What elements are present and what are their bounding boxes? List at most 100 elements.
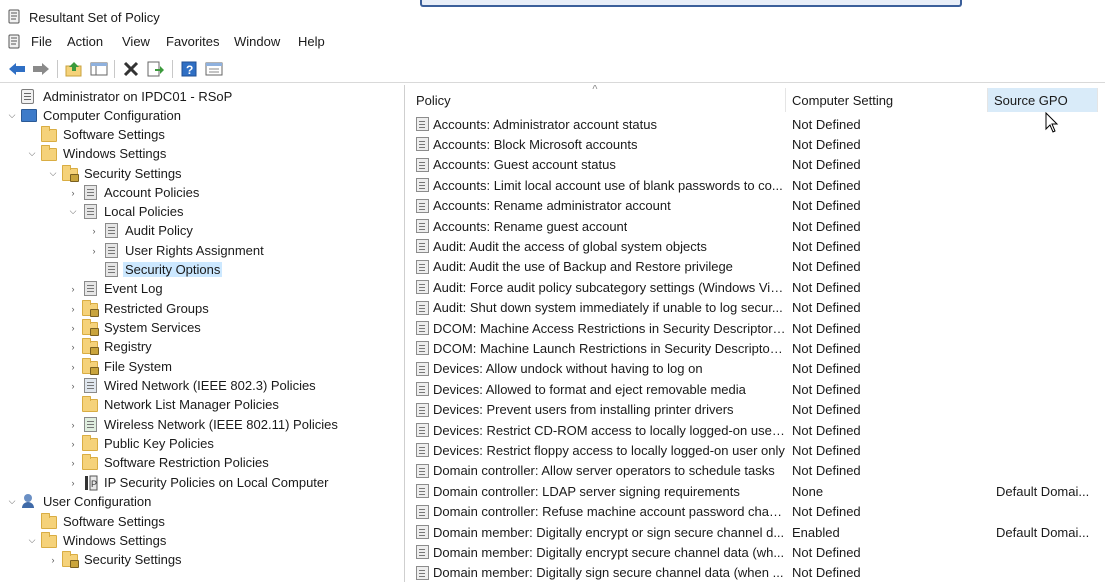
back-button[interactable]	[6, 58, 28, 80]
table-row[interactable]: Audit: Audit the use of Backup and Resto…	[410, 257, 1105, 277]
tree-item-user-windows-settings[interactable]: ⌵ Windows Settings	[26, 531, 168, 550]
tree-item-user-software-settings[interactable]: Software Settings	[26, 512, 167, 531]
up-one-level-button[interactable]	[63, 58, 85, 80]
table-row[interactable]: Accounts: Block Microsoft accounts Not De…	[410, 134, 1105, 154]
computer-setting-cell: Not Defined	[792, 279, 861, 295]
export-list-button[interactable]	[145, 58, 167, 80]
expand-arrow-icon[interactable]: ›	[67, 477, 79, 489]
table-row[interactable]: Accounts: Guest account status Not Define…	[410, 155, 1105, 175]
policy-name: Audit: Force audit policy subcategory se…	[433, 279, 786, 295]
table-row[interactable]: Accounts: Administrator account status No…	[410, 114, 1105, 134]
tree-item-computer-configuration[interactable]: ⌵ Computer Configuration	[6, 106, 183, 125]
computer-setting-cell: Not Defined	[792, 157, 861, 173]
menu-view[interactable]: View	[120, 34, 152, 49]
expand-arrow-icon[interactable]: ›	[67, 187, 79, 199]
tree-item-system-services[interactable]: › System Services	[67, 318, 203, 337]
table-row[interactable]: Audit: Shut down system immediately if u…	[410, 298, 1105, 318]
tree-item-local-policies[interactable]: ⌵ Local Policies	[67, 202, 186, 221]
collapse-arrow-icon[interactable]: ⌵	[6, 496, 18, 508]
collapse-arrow-icon[interactable]: ⌵	[6, 110, 18, 122]
table-row[interactable]: Accounts: Limit local account use of bla…	[410, 175, 1105, 195]
table-row[interactable]: Devices: Restrict CD-ROM access to local…	[410, 420, 1105, 440]
menu-favorites[interactable]: Favorites	[164, 34, 221, 49]
tree-item-restricted-groups[interactable]: › Restricted Groups	[67, 299, 211, 318]
table-row[interactable]: Domain member: Digitally encrypt secure …	[410, 542, 1105, 562]
properties-button[interactable]	[203, 58, 225, 80]
column-header-computer-setting[interactable]: Computer Setting	[786, 88, 988, 112]
delete-button[interactable]	[120, 58, 142, 80]
table-row[interactable]: Devices: Restrict floppy access to local…	[410, 440, 1105, 460]
table-row[interactable]: Audit: Force audit policy subcategory se…	[410, 277, 1105, 297]
table-row[interactable]: Domain controller: Allow server operator…	[410, 461, 1105, 481]
tree-item-network-list-manager-policies[interactable]: Network List Manager Policies	[67, 395, 281, 414]
tree-item-windows-settings[interactable]: ⌵ Windows Settings	[26, 144, 168, 163]
tree-item-ip-security-policies[interactable]: › P IP Security Policies on Local Comput…	[67, 473, 330, 492]
tree-item-wireless-network-policies[interactable]: › Wireless Network (IEEE 802.11) Policie…	[67, 415, 340, 434]
console-tree[interactable]: Administrator on IPDC01 - RSoP ⌵ Compute…	[4, 85, 405, 582]
delete-icon	[123, 61, 139, 77]
computer-setting-cell: Not Defined	[792, 238, 861, 254]
show-hide-tree-button[interactable]	[88, 58, 110, 80]
expand-arrow-icon[interactable]: ›	[67, 380, 79, 392]
tree-item-user-configuration[interactable]: ⌵ User Configuration	[6, 492, 153, 511]
table-row[interactable]: Devices: Prevent users from installing p…	[410, 400, 1105, 420]
expand-arrow-icon[interactable]: ›	[67, 438, 79, 450]
computer-setting-cell: Not Defined	[792, 320, 861, 336]
expand-arrow-icon[interactable]: ›	[67, 361, 79, 373]
expand-arrow-icon[interactable]: ›	[67, 303, 79, 315]
computer-setting-cell: Not Defined	[792, 198, 861, 214]
tree-item-audit-policy[interactable]: › Audit Policy	[88, 221, 195, 240]
collapse-arrow-icon[interactable]: ⌵	[26, 535, 38, 547]
tree-item-security-options[interactable]: Security Options	[88, 260, 223, 279]
expand-arrow-icon[interactable]: ›	[67, 419, 79, 431]
table-row[interactable]: Domain member: Digitally encrypt or sign…	[410, 522, 1105, 542]
help-button[interactable]: ?	[178, 58, 200, 80]
column-header-policy[interactable]: Policy ˄	[410, 85, 786, 112]
policy-name: Accounts: Block Microsoft accounts	[433, 136, 638, 152]
security-settings-icon	[62, 550, 79, 568]
table-row[interactable]: Accounts: Rename administrator account No…	[410, 196, 1105, 216]
menu-window[interactable]: Window	[232, 34, 282, 49]
table-row[interactable]: Domain controller: LDAP server signing r…	[410, 481, 1105, 501]
tree-item-event-log[interactable]: › Event Log	[67, 279, 165, 298]
tree-item-public-key-policies[interactable]: › Public Key Policies	[67, 434, 216, 453]
table-row[interactable]: Devices: Allowed to format and eject rem…	[410, 379, 1105, 399]
policy-list[interactable]: Policy ˄ Computer Setting Source GPO Acc…	[410, 85, 1105, 582]
menu-help[interactable]: Help	[296, 34, 327, 49]
menu-file[interactable]: File	[29, 34, 54, 49]
collapse-arrow-icon[interactable]: ⌵	[47, 168, 59, 180]
tree-item-software-settings[interactable]: Software Settings	[26, 125, 167, 144]
expand-arrow-icon[interactable]: ›	[67, 283, 79, 295]
table-row[interactable]: Accounts: Rename guest account Not Define…	[410, 216, 1105, 236]
collapse-arrow-icon[interactable]: ⌵	[26, 148, 38, 160]
tree-item-rsop-root[interactable]: Administrator on IPDC01 - RSoP	[6, 87, 234, 106]
table-row[interactable]: DCOM: Machine Launch Restrictions in Sec…	[410, 338, 1105, 358]
source-gpo-cell: Default Domai...	[996, 524, 1090, 540]
table-row[interactable]: Audit: Audit the access of global system…	[410, 236, 1105, 256]
system-menu-icon[interactable]	[7, 34, 22, 49]
expand-arrow-icon[interactable]: ›	[88, 245, 100, 257]
tree-item-software-restriction-policies[interactable]: › Software Restriction Policies	[67, 453, 271, 472]
expand-arrow-icon[interactable]: ›	[47, 554, 59, 566]
tree-item-account-policies[interactable]: › Account Policies	[67, 183, 201, 202]
expand-arrow-icon[interactable]: ›	[67, 457, 79, 469]
tree-item-file-system[interactable]: › File System	[67, 357, 174, 376]
tree-item-user-security-settings[interactable]: › Security Settings	[47, 550, 184, 569]
tree-item-user-rights-assignment[interactable]: › User Rights Assignment	[88, 241, 266, 260]
table-row[interactable]: DCOM: Machine Access Restrictions in Sec…	[410, 318, 1105, 338]
expand-arrow-icon[interactable]: ›	[67, 341, 79, 353]
table-row[interactable]: Devices: Allow undock without having to …	[410, 359, 1105, 379]
expand-arrow-icon[interactable]: ›	[88, 225, 100, 237]
table-row[interactable]: Domain controller: Refuse machine accoun…	[410, 502, 1105, 522]
policy-icon	[82, 184, 98, 201]
expand-arrow-icon[interactable]: ›	[67, 322, 79, 334]
menu-action[interactable]: Action	[65, 34, 105, 49]
column-header-source-gpo[interactable]: Source GPO	[988, 88, 1098, 112]
tree-item-registry[interactable]: › Registry	[67, 337, 154, 356]
table-row[interactable]: Domain member: Digitally sign secure cha…	[410, 563, 1105, 582]
tree-item-security-settings[interactable]: ⌵ Security Settings	[47, 164, 184, 183]
forward-button[interactable]	[30, 58, 52, 80]
collapse-arrow-icon[interactable]: ⌵	[67, 206, 79, 218]
source-gpo-cell: Default Domai...	[996, 483, 1090, 499]
tree-item-wired-network-policies[interactable]: › Wired Network (IEEE 802.3) Policies	[67, 376, 318, 395]
